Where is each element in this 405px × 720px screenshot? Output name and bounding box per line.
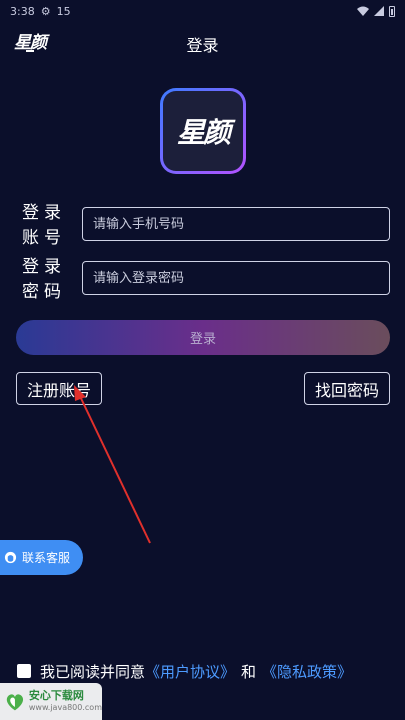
login-button[interactable]: 登录 bbox=[16, 320, 390, 355]
app-logo-text: 星颜 bbox=[176, 116, 231, 149]
watermark-logo-icon bbox=[6, 693, 24, 710]
settings-icon: ⚙ bbox=[40, 4, 51, 18]
contact-support-button[interactable]: 联系客服 bbox=[0, 540, 83, 575]
password-input[interactable] bbox=[82, 261, 390, 295]
app-logo: 星颜 bbox=[160, 88, 246, 174]
watermark-url: www.java800.com bbox=[28, 702, 102, 712]
watermark-text: 安心下载网 www.java800.com bbox=[28, 688, 102, 714]
recover-password-button[interactable]: 找回密码 bbox=[304, 372, 390, 405]
status-left: 3:38 ⚙ 15 bbox=[10, 5, 71, 18]
user-agreement-link[interactable]: 《用户协议》 bbox=[145, 661, 235, 682]
watermark: 安心下载网 www.java800.com bbox=[0, 683, 102, 720]
agreement-checkbox[interactable] bbox=[17, 664, 31, 678]
wifi-icon bbox=[357, 6, 369, 16]
status-right bbox=[357, 5, 395, 17]
page-title: 登录 bbox=[186, 36, 219, 55]
account-input[interactable] bbox=[82, 207, 390, 241]
privacy-policy-link[interactable]: 《隐私政策》 bbox=[262, 661, 352, 682]
status-bar: 3:38 ⚙ 15 bbox=[0, 0, 405, 22]
status-time: 3:38 bbox=[10, 4, 35, 18]
signal-icon bbox=[374, 6, 384, 16]
agreement-prefix: 我已阅读并同意 bbox=[40, 662, 146, 681]
password-label: 登录密码 bbox=[22, 257, 66, 302]
account-label: 登录账号 bbox=[22, 203, 66, 248]
agreement-conjunction: 和 bbox=[241, 662, 257, 681]
contact-support-label: 联系客服 bbox=[22, 551, 71, 565]
agreement-row: 我已阅读并同意 《用户协议》 和 《隐私政策》 bbox=[17, 660, 352, 682]
headset-icon bbox=[4, 551, 17, 564]
status-app-indicator: 15 bbox=[56, 4, 71, 18]
register-button[interactable]: 注册账号 bbox=[16, 372, 102, 405]
battery-icon bbox=[389, 5, 395, 17]
watermark-name: 安心下载网 bbox=[28, 688, 84, 702]
